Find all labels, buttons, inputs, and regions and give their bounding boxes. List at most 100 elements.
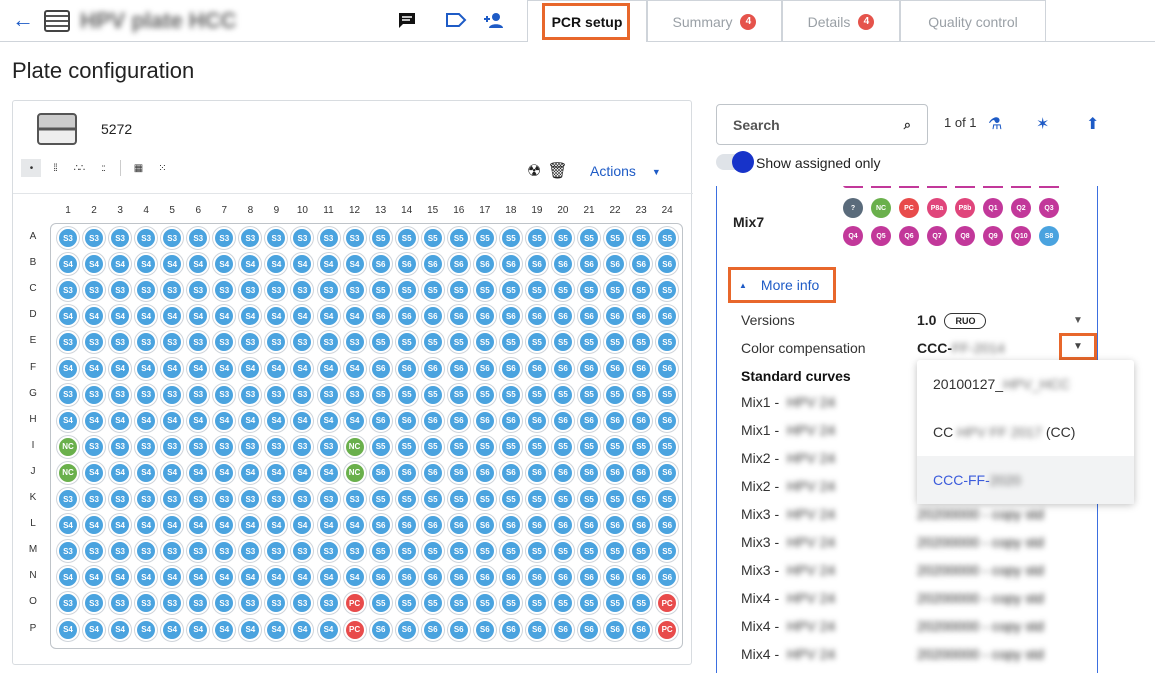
comment-icon[interactable] [395,9,419,31]
column-header[interactable]: 20 [550,205,576,216]
column-header[interactable]: 6 [185,205,211,216]
plate-well[interactable]: S6 [421,514,444,537]
plate-well[interactable]: S3 [57,227,79,249]
plate-well[interactable]: S3 [109,227,132,249]
plate-well[interactable]: S5 [421,592,444,615]
plate-well[interactable]: S6 [395,305,418,328]
plate-well[interactable]: PC [656,618,679,641]
plate-well[interactable]: S6 [551,461,574,484]
plate-well[interactable]: S5 [525,488,548,510]
back-arrow-icon[interactable]: ← [12,8,34,32]
plate-well[interactable]: S3 [343,279,366,302]
show-assigned-toggle[interactable] [716,151,754,173]
plate-well[interactable]: S4 [317,618,340,641]
plate-well[interactable]: S3 [187,383,210,406]
plate-well[interactable]: S4 [187,618,210,641]
eyedropper-icon[interactable]: ⚗ [988,114,1002,134]
row-header[interactable]: K [27,492,39,503]
plate-well[interactable]: S3 [83,435,106,458]
biohazard-icon[interactable]: ☢ [527,161,541,181]
plate-well[interactable]: S6 [473,514,496,537]
plate-well[interactable]: S4 [135,618,158,641]
row-view-icon[interactable]: ∴∴ [69,159,89,177]
upload-icon[interactable]: ⬆ [1086,114,1099,134]
plate-well[interactable]: S5 [499,279,522,302]
plate-well[interactable]: S5 [656,383,679,406]
plate-well[interactable]: S4 [135,461,158,484]
plate-well[interactable]: S6 [656,357,679,380]
plate-well[interactable]: S4 [187,461,210,484]
plate-well[interactable]: S4 [161,618,184,641]
plate-well[interactable]: S6 [395,618,418,641]
plate-well[interactable]: S5 [473,227,496,249]
block-view-icon[interactable]: :: [93,159,113,177]
plate-well[interactable]: S5 [421,279,444,302]
plate-well[interactable]: S6 [656,461,679,484]
plate-well[interactable]: S5 [395,488,418,510]
delete-icon[interactable]: 🗑 [547,161,567,181]
plate-well[interactable]: S6 [473,357,496,380]
plate-well[interactable]: S6 [551,618,574,641]
plate-well[interactable]: S5 [395,227,418,249]
plate-well[interactable]: S6 [473,618,496,641]
column-header[interactable]: 2 [81,205,107,216]
plate-well[interactable]: S5 [604,227,627,249]
plate-well[interactable]: S6 [551,514,574,537]
plate-well[interactable]: S5 [473,488,496,510]
column-header[interactable]: 4 [133,205,159,216]
plate-well[interactable]: S5 [395,383,418,406]
plate-well[interactable]: S5 [551,279,574,302]
plate-well[interactable]: S3 [213,435,236,458]
plate-well[interactable]: S5 [525,435,548,458]
plate-well[interactable]: S3 [317,592,340,615]
plate-well[interactable]: S5 [630,227,653,249]
plate-well[interactable]: S4 [161,357,184,380]
plate-well[interactable]: S4 [57,253,79,276]
single-well-view-icon[interactable]: • [21,159,41,177]
plate-well[interactable]: S4 [57,514,79,537]
plate-well[interactable]: S5 [578,227,600,249]
column-header[interactable]: 18 [498,205,524,216]
plate-well[interactable]: S6 [578,357,600,380]
plate-well[interactable]: S5 [578,435,600,458]
plate-well[interactable]: S3 [83,383,106,406]
column-header[interactable]: 9 [263,205,289,216]
plate-well[interactable]: S6 [525,409,548,432]
plate-well[interactable]: S6 [369,514,392,537]
plate-well[interactable]: S5 [630,435,653,458]
plate-well[interactable]: S4 [343,566,366,589]
plate-well[interactable]: S6 [604,253,627,276]
tab-details[interactable]: Details 4 [782,0,900,42]
plate-well[interactable]: S3 [109,435,132,458]
row-header[interactable]: H [27,414,39,425]
column-header[interactable]: 22 [602,205,628,216]
plate-well[interactable]: S5 [369,592,392,615]
plate-well[interactable]: S4 [83,253,106,276]
plate-well[interactable]: S3 [317,435,340,458]
plate-well[interactable]: S5 [421,227,444,249]
plate-well[interactable]: S5 [473,383,496,406]
plate-well[interactable]: S5 [551,435,574,458]
column-header[interactable]: 23 [628,205,654,216]
column-header[interactable]: 5 [159,205,185,216]
column-header[interactable]: 3 [107,205,133,216]
plate-well[interactable]: S4 [317,305,340,328]
column-header[interactable]: 7 [211,205,237,216]
plate-well[interactable]: S4 [187,357,210,380]
plate-well[interactable]: S5 [369,383,392,406]
plate-well[interactable]: S6 [421,618,444,641]
column-header[interactable]: 24 [654,205,680,216]
row-header[interactable]: A [27,231,39,242]
plate-well[interactable]: S6 [656,409,679,432]
plate-well[interactable]: S5 [578,383,600,406]
plate-well[interactable]: S3 [343,331,366,354]
plate-well[interactable]: S4 [57,357,79,380]
plate-well[interactable]: S6 [578,253,600,276]
plate-well[interactable]: S4 [317,461,340,484]
plate-well[interactable]: S6 [630,618,653,641]
plate-well[interactable]: S6 [604,461,627,484]
plate-well[interactable]: S6 [421,357,444,380]
plate-well[interactable]: S4 [343,409,366,432]
plate-well[interactable]: S6 [499,357,522,380]
plate-well[interactable]: S3 [135,227,158,249]
